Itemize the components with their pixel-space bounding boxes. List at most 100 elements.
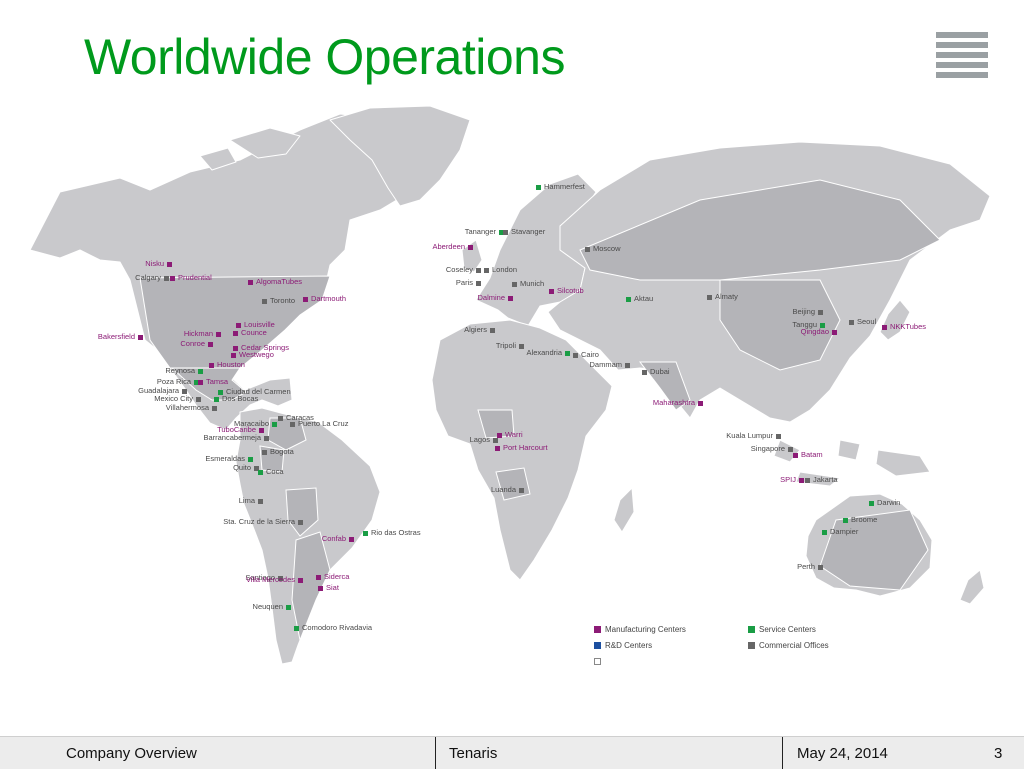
location-marker[interactable] [626,297,631,302]
location-label: Neuquen [252,602,283,611]
location-marker[interactable] [294,626,299,631]
location-marker[interactable] [799,478,804,483]
location-label: Batam [801,450,823,459]
location-marker[interactable] [707,295,712,300]
location-marker[interactable] [585,247,590,252]
location-marker[interactable] [298,520,303,525]
location-marker[interactable] [625,363,630,368]
location-marker[interactable] [286,605,291,610]
location-label: Moscow [593,244,621,253]
location-label: Dampier [830,527,859,536]
location-marker[interactable] [298,578,303,583]
location-marker[interactable] [248,280,253,285]
location-marker[interactable] [818,565,823,570]
location-marker[interactable] [573,353,578,358]
location-label: Stavanger [511,227,546,236]
location-marker[interactable] [138,335,143,340]
location-marker[interactable] [519,488,524,493]
location-marker[interactable] [642,370,647,375]
location-marker[interactable] [316,575,321,580]
location-marker[interactable] [318,586,323,591]
location-label: Cairo [581,350,599,359]
location-marker[interactable] [164,276,169,281]
location-marker[interactable] [818,310,823,315]
location-marker[interactable] [303,297,308,302]
location-marker[interactable] [278,416,283,421]
location-marker[interactable] [490,328,495,333]
location-marker[interactable] [167,262,172,267]
footer-divider [782,737,783,769]
location-marker[interactable] [776,434,781,439]
footer-date: May 24, 2014 [797,745,888,762]
location-marker[interactable] [476,281,481,286]
location-marker[interactable] [503,230,508,235]
location-label: Villa Mercedes [245,575,295,584]
legend-swatch-commercial [748,642,755,649]
location-label: Siat [326,583,339,592]
location-marker[interactable] [231,353,236,358]
location-marker[interactable] [484,268,489,273]
location-label: Seoul [857,317,877,326]
location-marker[interactable] [198,380,203,385]
location-marker[interactable] [209,363,214,368]
location-marker[interactable] [272,422,277,427]
location-marker[interactable] [262,450,267,455]
location-label: London [492,265,518,274]
location-marker[interactable] [519,344,524,349]
location-marker[interactable] [565,351,570,356]
location-label: Silcotub [557,286,584,295]
location-marker[interactable] [508,296,513,301]
location-marker[interactable] [349,537,354,542]
location-marker[interactable] [549,289,554,294]
location-marker[interactable] [233,346,238,351]
location-label: Lagos [469,435,490,444]
location-marker[interactable] [476,268,481,273]
location-marker[interactable] [843,518,848,523]
location-marker[interactable] [212,406,217,411]
location-marker[interactable] [258,470,263,475]
location-marker[interactable] [214,397,219,402]
location-marker[interactable] [882,325,887,330]
location-marker[interactable] [698,401,703,406]
location-marker[interactable] [468,245,473,250]
location-marker[interactable] [233,331,238,336]
location-marker[interactable] [493,438,498,443]
location-marker[interactable] [832,330,837,335]
footer-section-label: Company Overview [66,745,197,762]
location-marker[interactable] [290,422,295,427]
location-marker[interactable] [264,436,269,441]
location-marker[interactable] [495,446,500,451]
location-marker[interactable] [536,185,541,190]
location-label: Aberdeen [432,242,465,251]
legend-swatch-empty [594,658,601,665]
location-marker[interactable] [793,453,798,458]
location-marker[interactable] [248,457,253,462]
location-marker[interactable] [208,342,213,347]
location-marker[interactable] [262,299,267,304]
location-label: Maharashtra [652,398,695,407]
location-label: Paris [455,278,473,287]
location-label: Mexico City [154,394,193,403]
location-marker[interactable] [869,501,874,506]
location-label: Coca [266,467,284,476]
location-marker[interactable] [822,530,827,535]
location-label: Dos Bocas [222,394,259,403]
location-label: SPIJ [780,475,796,484]
location-marker[interactable] [512,282,517,287]
location-marker[interactable] [805,478,810,483]
location-marker[interactable] [258,499,263,504]
location-label: Luanda [490,485,516,494]
location-marker[interactable] [216,332,221,337]
slide-title: Worldwide Operations [84,29,565,85]
location-marker[interactable] [363,531,368,536]
location-marker[interactable] [198,369,203,374]
location-label: Hammerfest [544,182,585,191]
location-marker[interactable] [849,320,854,325]
location-label: Esmeraldas [205,454,245,463]
location-marker[interactable] [788,447,793,452]
location-label: Bogota [270,447,294,456]
location-label: Villahermosa [165,403,209,412]
location-marker[interactable] [196,397,201,402]
location-marker[interactable] [170,276,175,281]
hamburger-menu-icon[interactable] [936,32,988,80]
